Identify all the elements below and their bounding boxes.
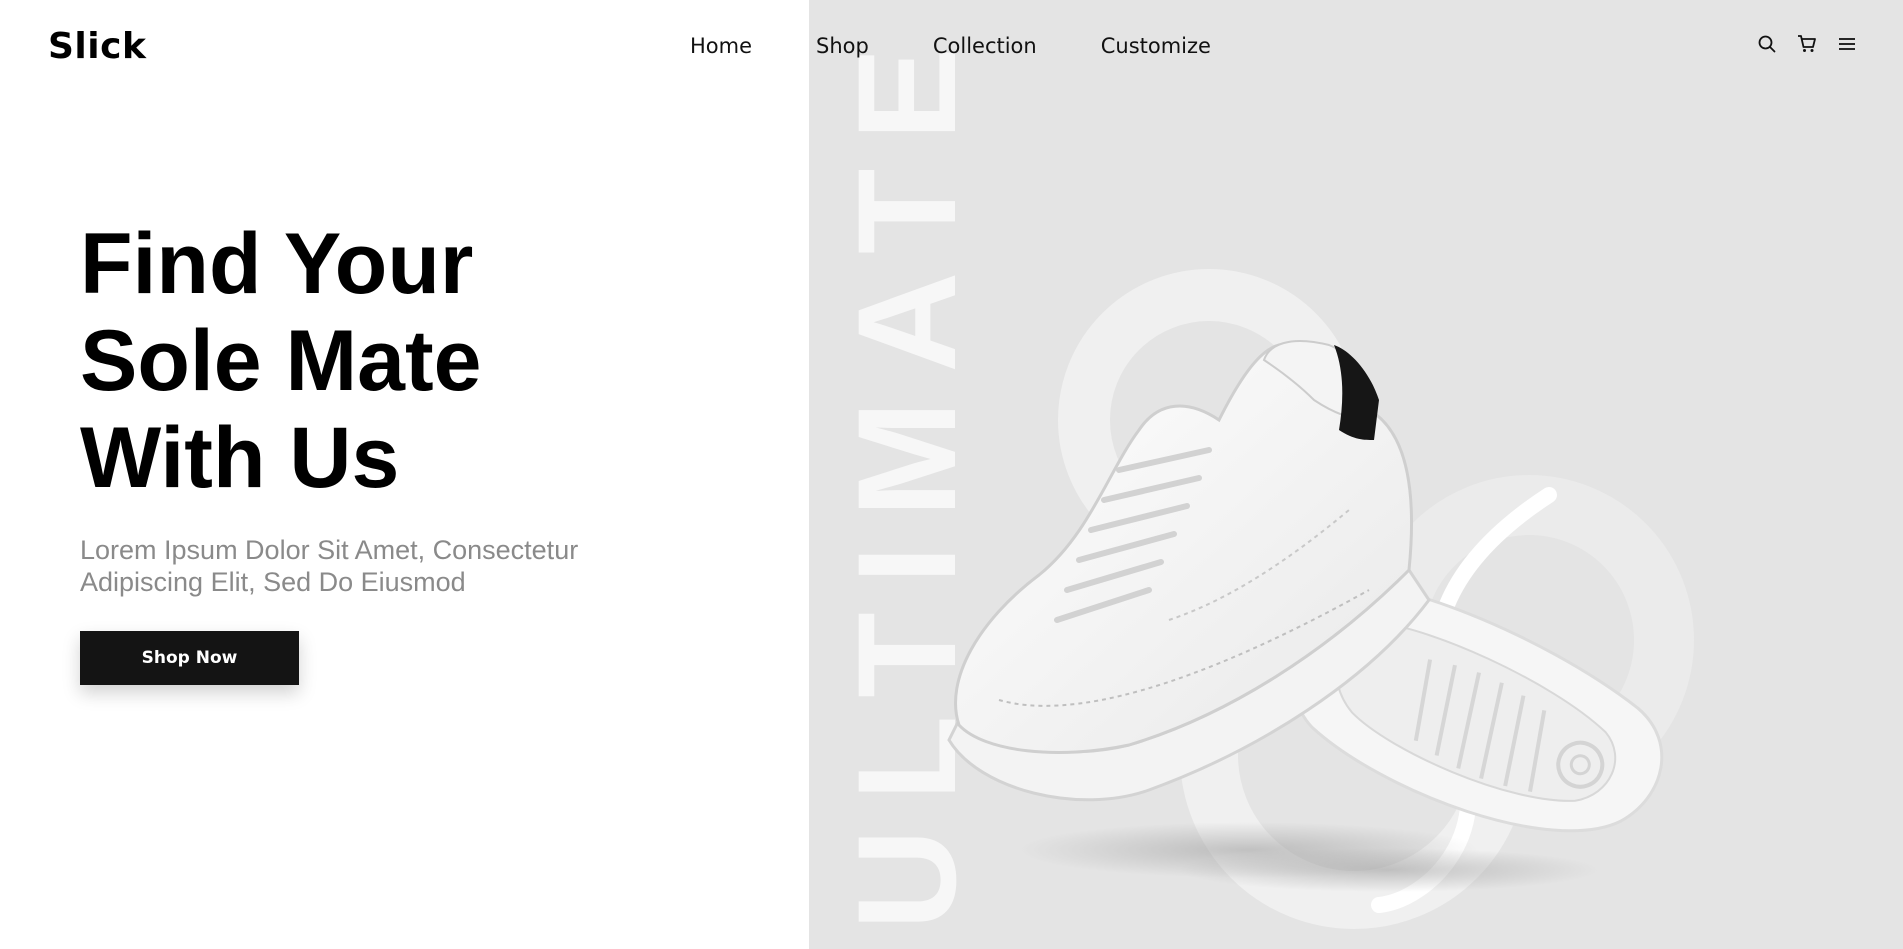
search-icon[interactable] (1757, 34, 1777, 54)
hero-subtitle: Lorem Ipsum Dolor Sit Amet, Consectetur … (80, 535, 579, 597)
main-navigation: Home Shop Collection Customize (690, 34, 1211, 58)
cart-icon[interactable] (1797, 34, 1817, 54)
nav-item-customize[interactable]: Customize (1101, 34, 1211, 58)
shop-now-button[interactable]: Shop Now (80, 631, 299, 685)
hero-image-panel: ULTIMATE (809, 0, 1903, 949)
nav-item-home[interactable]: Home (690, 34, 752, 58)
nav-item-collection[interactable]: Collection (933, 34, 1037, 58)
hero-title-line: Find Your (80, 216, 474, 312)
sneaker-product-image (947, 269, 1694, 929)
menu-icon[interactable] (1837, 34, 1857, 54)
header-actions (1757, 34, 1857, 54)
brand-logo[interactable]: Slick (48, 26, 146, 67)
hero-title-line: With Us (80, 410, 400, 506)
hero-title: Find Your Sole Mate With Us (80, 216, 481, 507)
hero-title-line: Sole Mate (80, 313, 482, 409)
nav-item-shop[interactable]: Shop (816, 34, 869, 58)
